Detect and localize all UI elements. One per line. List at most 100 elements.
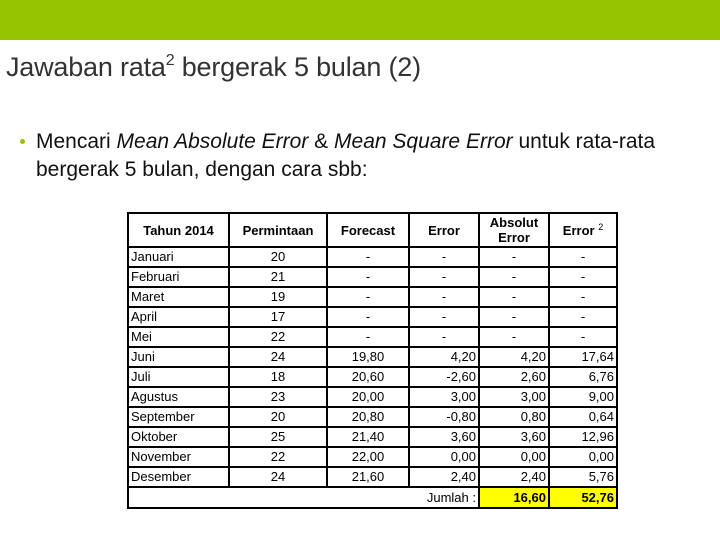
cell-error: 3,00 xyxy=(408,386,480,408)
bullet-point: Mencari Mean Absolute Error & Mean Squar… xyxy=(20,128,700,184)
cell-error: 3,60 xyxy=(408,426,480,448)
title-main: Jawaban rata xyxy=(6,52,166,82)
cell-error: - xyxy=(408,266,480,288)
cell-sq-error: - xyxy=(548,246,618,268)
table-row: Oktober 25 21,40 3,60 3,60 12,96 xyxy=(127,426,618,448)
cell-abs-error: 2,60 xyxy=(478,366,550,388)
bullet-text: Mencari Mean Absolute Error & Mean Squar… xyxy=(36,128,700,184)
cell-abs-error: 0,00 xyxy=(478,446,550,468)
cell-forecast: 20,80 xyxy=(326,406,410,428)
bullet-icon xyxy=(20,139,25,144)
cell-error: -2,60 xyxy=(408,366,480,388)
table-row: April 17- - - - xyxy=(127,306,618,328)
cell-forecast: - xyxy=(326,246,410,268)
cell-abs-error: 2,40 xyxy=(478,466,550,488)
cell-abs-error: - xyxy=(478,286,550,308)
cell-sq-error: - xyxy=(548,286,618,308)
cell-demand: 21 xyxy=(228,266,328,288)
cell-sq-error: 0,64 xyxy=(548,406,618,428)
cell-month: Januari xyxy=(127,246,230,268)
cell-abs-error: 0,80 xyxy=(478,406,550,428)
header-absolut-line1: Absolut xyxy=(489,215,539,230)
table-row: September 20 20,80 -0,80 0,80 0,64 xyxy=(127,406,618,428)
sum-sq-error: 52,76 xyxy=(548,486,618,509)
cell-demand: 25 xyxy=(228,426,328,448)
header-error2-sup: 2 xyxy=(598,221,604,232)
bullet-italic-mae: Mean Absolute Error xyxy=(116,130,309,153)
cell-abs-error: - xyxy=(478,266,550,288)
cell-error: - xyxy=(408,326,480,348)
cell-month: Juni xyxy=(127,346,230,368)
cell-abs-error: 4,20 xyxy=(478,346,550,368)
cell-forecast: - xyxy=(326,286,410,308)
cell-error: -0,80 xyxy=(408,406,480,428)
cell-month: Mei xyxy=(127,326,230,348)
cell-sq-error: 17,64 xyxy=(548,346,618,368)
cell-sq-error: - xyxy=(548,326,618,348)
cell-error: - xyxy=(408,246,480,268)
bullet-text-part: Mencari xyxy=(36,130,117,153)
cell-demand: 20 xyxy=(228,246,328,268)
header-error2-label: Error xyxy=(562,222,595,238)
cell-demand: 18 xyxy=(228,366,328,388)
slide-title: Jawaban rata2 bergerak 5 bulan (2) xyxy=(6,52,421,83)
cell-forecast: 20,60 xyxy=(326,366,410,388)
cell-demand: 17 xyxy=(228,306,328,328)
cell-abs-error: - xyxy=(478,246,550,268)
forecast-table: Tahun 2014 Permintaan Forecast Error Abs… xyxy=(127,212,618,509)
cell-forecast: - xyxy=(326,326,410,348)
cell-sq-error: 5,76 xyxy=(548,466,618,488)
cell-demand: 22 xyxy=(228,446,328,468)
cell-forecast: 22,00 xyxy=(326,446,410,468)
cell-sq-error: 12,96 xyxy=(548,426,618,448)
header-error: Error xyxy=(408,212,480,248)
cell-forecast: 20,00 xyxy=(326,386,410,408)
cell-month: Februari xyxy=(127,266,230,288)
cell-month: September xyxy=(127,406,230,428)
cell-month: April xyxy=(127,306,230,328)
cell-sq-error: - xyxy=(548,266,618,288)
cell-forecast: 21,40 xyxy=(326,426,410,448)
cell-demand: 19 xyxy=(228,286,328,308)
cell-forecast: 21,60 xyxy=(326,466,410,488)
table-row: Mei 22- - - - xyxy=(127,326,618,348)
header-tahun: Tahun 2014 xyxy=(127,212,230,248)
cell-error: 4,20 xyxy=(408,346,480,368)
sum-label: Jumlah : xyxy=(127,486,480,509)
table-row: Agustus 23 20,00 3,00 3,00 9,00 xyxy=(127,386,618,408)
cell-error: 0,00 xyxy=(408,446,480,468)
cell-month: Desember xyxy=(127,466,230,488)
cell-sq-error: 6,76 xyxy=(548,366,618,388)
bullet-italic-mse: Mean Square Error xyxy=(334,130,513,153)
cell-error: - xyxy=(408,306,480,328)
cell-forecast: - xyxy=(326,306,410,328)
cell-demand: 24 xyxy=(228,346,328,368)
header-permintaan: Permintaan xyxy=(228,212,328,248)
table-row: Desember 24 21,60 2,40 2,40 5,76 xyxy=(127,466,618,488)
cell-month: Maret xyxy=(127,286,230,308)
table-row: Maret 19- - - - xyxy=(127,286,618,308)
cell-error: - xyxy=(408,286,480,308)
cell-abs-error: 3,60 xyxy=(478,426,550,448)
header-error-squared: Error 2 xyxy=(548,212,618,248)
cell-sq-error: 9,00 xyxy=(548,386,618,408)
cell-month: Oktober xyxy=(127,426,230,448)
cell-forecast: - xyxy=(326,266,410,288)
table-row: November 22 22,00 0,00 0,00 0,00 xyxy=(127,446,618,468)
cell-abs-error: - xyxy=(478,306,550,328)
table-row: Januari 20- - - - xyxy=(127,246,618,268)
header-bar xyxy=(0,0,720,40)
cell-forecast: 19,80 xyxy=(326,346,410,368)
cell-month: Agustus xyxy=(127,386,230,408)
table-row: Februari 21- - - - xyxy=(127,266,618,288)
table-row: Juni 24 19,80 4,20 4,20 17,64 xyxy=(127,346,618,368)
cell-demand: 23 xyxy=(228,386,328,408)
title-rest: bergerak 5 bulan (2) xyxy=(174,52,421,82)
cell-sq-error: 0,00 xyxy=(548,446,618,468)
cell-demand: 24 xyxy=(228,466,328,488)
cell-abs-error: 3,00 xyxy=(478,386,550,408)
cell-month: November xyxy=(127,446,230,468)
cell-month: Juli xyxy=(127,366,230,388)
cell-demand: 22 xyxy=(228,326,328,348)
table-header-row: Tahun 2014 Permintaan Forecast Error Abs… xyxy=(127,212,618,248)
